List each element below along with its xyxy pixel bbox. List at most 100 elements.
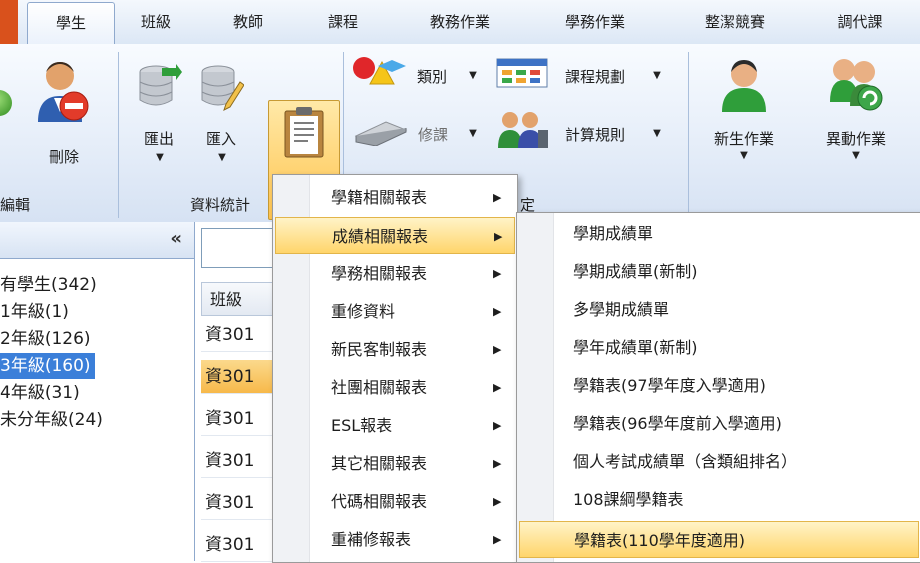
- table-row[interactable]: 資301: [201, 318, 281, 352]
- file-menu-button[interactable]: [0, 0, 18, 44]
- grade-reports-submenu: 學期成績單 學期成績單(新制) 多學期成績單 學年成績單(新制) 學籍表(97學…: [516, 212, 920, 563]
- transfer-student-icon[interactable]: [826, 56, 884, 114]
- tab-academic-affairs[interactable]: 教務作業: [405, 0, 515, 44]
- submenu-arrow-icon: ▶: [494, 230, 503, 243]
- tree-item-grade-2[interactable]: 2年級(126): [0, 326, 91, 352]
- tab-student[interactable]: 學生: [27, 2, 115, 46]
- course-plan-icon[interactable]: [496, 58, 548, 88]
- calc-rule-people-icon[interactable]: [496, 110, 550, 150]
- import-database-icon[interactable]: [200, 62, 244, 112]
- ribbon-tab-strip: 學生 班級 教師 課程 教務作業 學務作業 整潔競賽 調代課: [0, 0, 920, 46]
- student-tree-panel: « 有學生(342) 1年級(1) 2年級(126) 3年級(160) 4年級(…: [0, 222, 195, 561]
- menu-item-label: 學務相關報表: [331, 264, 428, 283]
- menu-item-label: 學籍表(97學年度入學適用): [573, 376, 766, 395]
- menu-item-retake-data[interactable]: 重修資料 ▶: [273, 293, 515, 330]
- tree-item-all-students[interactable]: 有學生(342): [0, 272, 97, 298]
- menu-item-label: 學期成績單(新制): [573, 262, 698, 281]
- menu-item-year-grade-sheet-new[interactable]: 學年成績單(新制): [517, 329, 920, 366]
- import-button[interactable]: 匯入: [196, 128, 246, 149]
- menu-item-code-reports[interactable]: 代碼相關報表 ▶: [273, 483, 515, 520]
- category-button[interactable]: 類別: [408, 66, 456, 87]
- tab-class[interactable]: 班級: [118, 0, 194, 44]
- submenu-arrow-icon: ▶: [493, 457, 502, 470]
- table-row[interactable]: 資301: [201, 402, 281, 436]
- export-database-icon[interactable]: [138, 62, 182, 112]
- new-student-dropdown-icon[interactable]: ▼: [734, 150, 754, 161]
- menu-item-makeup-reports[interactable]: 重補修報表 ▶: [273, 521, 515, 558]
- calc-rule-dropdown-icon[interactable]: ▼: [650, 128, 664, 139]
- submenu-arrow-icon: ▶: [493, 533, 502, 546]
- add-icon[interactable]: [0, 90, 12, 116]
- report-dropdown-menu: 學籍相關報表 ▶ 成績相關報表 ▶ 學務相關報表 ▶ 重修資料 ▶ 新民客制報表…: [272, 174, 518, 563]
- transfer-student-button[interactable]: 異動作業: [808, 128, 904, 149]
- tab-student-affairs[interactable]: 學務作業: [540, 0, 650, 44]
- tab-teacher[interactable]: 教師: [210, 0, 286, 44]
- menu-item-label: 社團相關報表: [331, 378, 428, 397]
- collapse-panel-icon[interactable]: «: [170, 228, 182, 249]
- menu-item-grade-reports[interactable]: 成績相關報表 ▶: [275, 217, 515, 254]
- category-dropdown-icon[interactable]: ▼: [466, 70, 480, 81]
- menu-item-label: 個人考試成績單（含類組排名）: [573, 452, 798, 471]
- submenu-arrow-icon: ▶: [493, 267, 502, 280]
- submenu-arrow-icon: ▶: [493, 419, 502, 432]
- menu-item-label: 學籍表(110學年度適用): [574, 531, 746, 550]
- new-student-button[interactable]: 新生作業: [698, 128, 790, 149]
- tree-item-grade-1[interactable]: 1年級(1): [0, 299, 69, 325]
- tab-cleanliness-contest[interactable]: 整潔競賽: [680, 0, 790, 44]
- tree-item-grade-4[interactable]: 4年級(31): [0, 380, 80, 406]
- submenu-arrow-icon: ▶: [493, 191, 502, 204]
- grid-search-input[interactable]: [201, 228, 283, 268]
- group-separator: [118, 52, 119, 218]
- menu-item-club-reports[interactable]: 社團相關報表 ▶: [273, 369, 515, 406]
- edit-group-label: 編輯: [0, 196, 31, 214]
- submenu-arrow-icon: ▶: [493, 343, 502, 356]
- menu-item-label: 重修資料: [331, 302, 396, 321]
- table-row[interactable]: 資301: [201, 528, 281, 562]
- transfer-dropdown-icon[interactable]: ▼: [846, 150, 866, 161]
- menu-item-other-reports[interactable]: 其它相關報表 ▶: [273, 445, 515, 482]
- table-row[interactable]: 資301: [201, 444, 281, 478]
- menu-item-label: 學籍表(96學年度前入學適用): [573, 414, 782, 433]
- menu-item-record-97[interactable]: 學籍表(97學年度入學適用): [517, 367, 920, 404]
- column-header-class[interactable]: 班級: [201, 282, 281, 316]
- export-button[interactable]: 匯出: [134, 128, 184, 149]
- new-student-icon[interactable]: [718, 58, 770, 114]
- export-dropdown-icon[interactable]: ▼: [150, 152, 170, 163]
- calc-rule-button[interactable]: 計算規則: [552, 124, 638, 145]
- menu-item-record-110[interactable]: 學籍表(110學年度適用): [519, 521, 919, 558]
- menu-item-record-96[interactable]: 學籍表(96學年度前入學適用): [517, 405, 920, 442]
- menu-item-label: 學年成績單(新制): [573, 338, 698, 357]
- delete-student-icon[interactable]: [34, 58, 90, 128]
- tab-substitute-class[interactable]: 調代課: [810, 0, 910, 44]
- menu-item-label: 其它相關報表: [331, 454, 428, 473]
- menu-item-enrollment-reports[interactable]: 學籍相關報表 ▶: [273, 179, 515, 216]
- menu-item-label: 學籍相關報表: [331, 188, 428, 207]
- menu-item-student-affairs-reports[interactable]: 學務相關報表 ▶: [273, 255, 515, 292]
- menu-item-label: 代碼相關報表: [331, 492, 428, 511]
- book-icon[interactable]: [354, 118, 408, 146]
- import-dropdown-icon[interactable]: ▼: [212, 152, 232, 163]
- table-row[interactable]: 資301: [201, 360, 281, 394]
- course-plan-button[interactable]: 課程規劃: [552, 66, 638, 87]
- course-plan-dropdown-icon[interactable]: ▼: [650, 70, 664, 81]
- menu-item-semester-grade-sheet-new[interactable]: 學期成績單(新制): [517, 253, 920, 290]
- retake-dropdown-icon[interactable]: ▼: [466, 128, 480, 139]
- retake-course-button[interactable]: 修課: [410, 124, 456, 145]
- tree-item-grade-3[interactable]: 3年級(160): [0, 353, 95, 379]
- shapes-category-icon[interactable]: [352, 54, 406, 88]
- menu-item-semester-grade-sheet[interactable]: 學期成績單: [517, 215, 920, 252]
- menu-item-label: 多學期成績單: [573, 300, 670, 319]
- tab-course[interactable]: 課程: [305, 0, 381, 44]
- menu-item-label: 重補修報表: [331, 530, 412, 549]
- report-clipboard-icon: [284, 107, 324, 158]
- tree-item-unassigned[interactable]: 未分年級(24): [0, 407, 103, 433]
- menu-item-label: 學期成績單: [573, 224, 654, 243]
- menu-item-custom-reports[interactable]: 新民客制報表 ▶: [273, 331, 515, 368]
- menu-item-108-curriculum-record[interactable]: 108課綱學籍表: [517, 481, 920, 518]
- menu-item-personal-exam-sheet[interactable]: 個人考試成績單（含類組排名）: [517, 443, 920, 480]
- delete-button-label[interactable]: 刪除: [44, 146, 84, 167]
- menu-item-esl-reports[interactable]: ESL報表 ▶: [273, 407, 515, 444]
- menu-item-multi-semester-grade-sheet[interactable]: 多學期成績單: [517, 291, 920, 328]
- submenu-arrow-icon: ▶: [493, 305, 502, 318]
- table-row[interactable]: 資301: [201, 486, 281, 520]
